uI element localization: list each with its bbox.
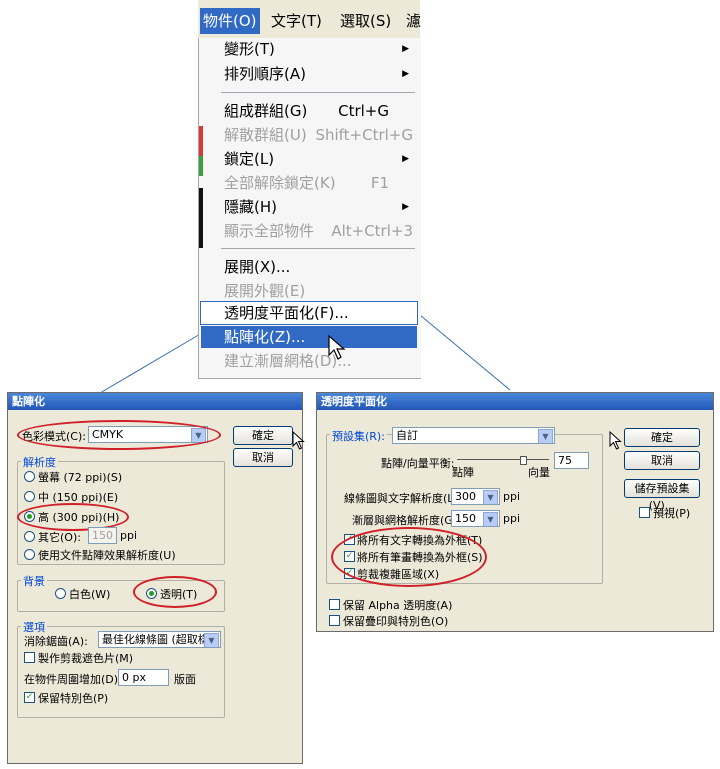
menu-item-flatten-transparency[interactable]: 透明度平面化(F)... <box>200 301 418 325</box>
radio-medium[interactable] <box>24 491 35 502</box>
dialog-title: 透明度平面化 <box>317 393 713 410</box>
preserve-overprint-checkbox[interactable] <box>329 615 340 626</box>
ok-button[interactable]: 確定 <box>233 426 293 445</box>
mouse-cursor-icon <box>292 431 305 450</box>
preserve-alpha-checkbox[interactable] <box>329 599 340 610</box>
rasterize-dialog: 點陣化 色彩模式(C): CMYK ▼ 確定 取消 解析度 螢幕 (72 ppi)… <box>7 392 305 764</box>
menu-item-arrange[interactable]: 排列順序(A) ▶ <box>201 63 417 85</box>
chevron-down-icon: ▼ <box>538 429 553 443</box>
chevron-down-icon: ▼ <box>483 490 498 504</box>
add-around-label: 在物件周圍增加(D): <box>24 673 122 686</box>
preview-label: 預視(P) <box>653 507 691 520</box>
ok-button[interactable]: 確定 <box>624 428 700 447</box>
background-group-title: 背景 <box>21 573 47 589</box>
menu-item-hide[interactable]: 隱藏(H) ▶ <box>201 196 417 218</box>
line-res-select[interactable]: 300 ▼ <box>451 488 500 505</box>
cancel-button[interactable]: 取消 <box>624 451 700 470</box>
save-preset-button[interactable]: 儲存預設集(V)... <box>624 479 700 512</box>
menu-item-transform[interactable]: 變形(T) ▶ <box>201 38 417 60</box>
balance-left-label: 點陣 <box>452 466 474 479</box>
balance-right-label: 向量 <box>528 466 550 479</box>
annotation-ring <box>331 527 487 587</box>
preview-checkbox[interactable] <box>639 507 650 518</box>
preserve-overprint-label: 保留疊印與特別色(O) <box>343 615 449 628</box>
balance-label: 點陣/向量平衡: <box>381 457 455 470</box>
menu-item-expand-appearance: 展開外觀(E) <box>224 282 306 300</box>
radio-white[interactable] <box>55 588 66 599</box>
res-other-label: 其它(O): <box>38 531 81 544</box>
add-around-input[interactable]: 0 px <box>118 669 169 686</box>
preserve-alpha-label: 保留 Alpha 透明度(A) <box>343 599 453 612</box>
preset-select[interactable]: 自訂 ▼ <box>392 427 555 444</box>
grad-res-select[interactable]: 150 ▼ <box>451 510 500 527</box>
chevron-down-icon: ▼ <box>483 512 498 526</box>
preset-label: 預設集(R): <box>330 428 387 444</box>
menu-item-expand[interactable]: 展開(X)... <box>201 256 417 278</box>
mouse-cursor-icon <box>328 335 346 360</box>
menu-filter[interactable]: 濾 <box>403 8 424 34</box>
res-other-unit: ppi <box>120 529 138 542</box>
cancel-button[interactable]: 取消 <box>233 448 293 467</box>
menu-separator <box>221 92 415 93</box>
radio-other[interactable] <box>24 531 35 542</box>
flatten-transparency-dialog: 透明度平面化 預設集(R): 自訂 ▼ 點陣/向量平衡: 點陣 向量 75 線條圖… <box>316 392 714 632</box>
menu-separator <box>221 248 415 249</box>
menu-item-unlock-all: 全部解除鎖定(K) F1 <box>224 174 389 192</box>
resolution-group-title: 解析度 <box>21 454 58 470</box>
res-other-input[interactable]: 150 <box>88 527 117 544</box>
menu-object[interactable]: 物件(O) <box>200 8 260 34</box>
menu-item-group[interactable]: 組成群組(G) Ctrl+G <box>201 100 417 122</box>
antialias-label: 消除鋸齒(A): <box>24 635 88 648</box>
menu-item-ungroup: 解散群組(U) Shift+Ctrl+G <box>224 126 413 144</box>
object-dropdown: 變形(T) ▶ 排列順序(A) ▶ 組成群組(G) Ctrl+G 解散群組(U) Shi… <box>198 38 421 379</box>
chevron-down-icon: ▼ <box>204 633 219 647</box>
bg-white-label: 白色(W) <box>69 588 111 601</box>
grad-res-label: 漸層與網格解析度(G): <box>352 514 461 527</box>
menu-item-lock[interactable]: 鎖定(L) ▶ <box>201 148 417 170</box>
menu-bar: 物件(O) 文字(T) 選取(S) 濾 <box>198 0 421 38</box>
mouse-cursor-icon <box>609 431 622 450</box>
line-res-label: 線條圖與文字解析度(L): <box>344 492 462 505</box>
annotation-ring <box>133 576 217 608</box>
res-use-doc-label: 使用文件點陣效果解析度(U) <box>38 549 176 562</box>
radio-use-document[interactable] <box>24 549 35 560</box>
object-menu-screenshot: 物件(O) 文字(T) 選取(S) 濾 變形(T) ▶ 排列順序(A) ▶ 組成群組… <box>198 0 421 380</box>
menu-item-gradient-mesh: 建立漸層網格(D)... <box>224 352 352 370</box>
balance-slider-thumb[interactable] <box>520 456 527 465</box>
add-around-unit: 版面 <box>174 673 196 686</box>
clip-mask-checkbox[interactable] <box>24 652 35 663</box>
antialias-select[interactable]: 最佳化線條圖 (超取樣) ▼ <box>98 631 221 648</box>
balance-input[interactable]: 75 <box>554 452 589 469</box>
keep-spot-label: 保留特別色(P) <box>38 692 109 705</box>
line-res-unit: ppi <box>503 490 521 503</box>
menu-select[interactable]: 選取(S) <box>337 8 394 34</box>
menu-item-rasterize[interactable]: 點陣化(Z)... <box>201 326 417 348</box>
dialog-title: 點陣化 <box>8 393 302 410</box>
res-screen-label: 螢幕 (72 ppi)(S) <box>38 471 123 484</box>
balance-slider-track[interactable] <box>457 459 549 460</box>
menu-item-show-all: 顯示全部物件 Alt+Ctrl+3 <box>224 222 413 240</box>
clip-mask-label: 製作剪裁遮色片(M) <box>38 652 134 665</box>
keep-spot-checkbox[interactable]: ✓ <box>24 692 35 703</box>
menu-type[interactable]: 文字(T) <box>268 8 325 34</box>
annotation-ring <box>17 420 221 450</box>
grad-res-unit: ppi <box>503 512 521 525</box>
radio-screen[interactable] <box>24 471 35 482</box>
